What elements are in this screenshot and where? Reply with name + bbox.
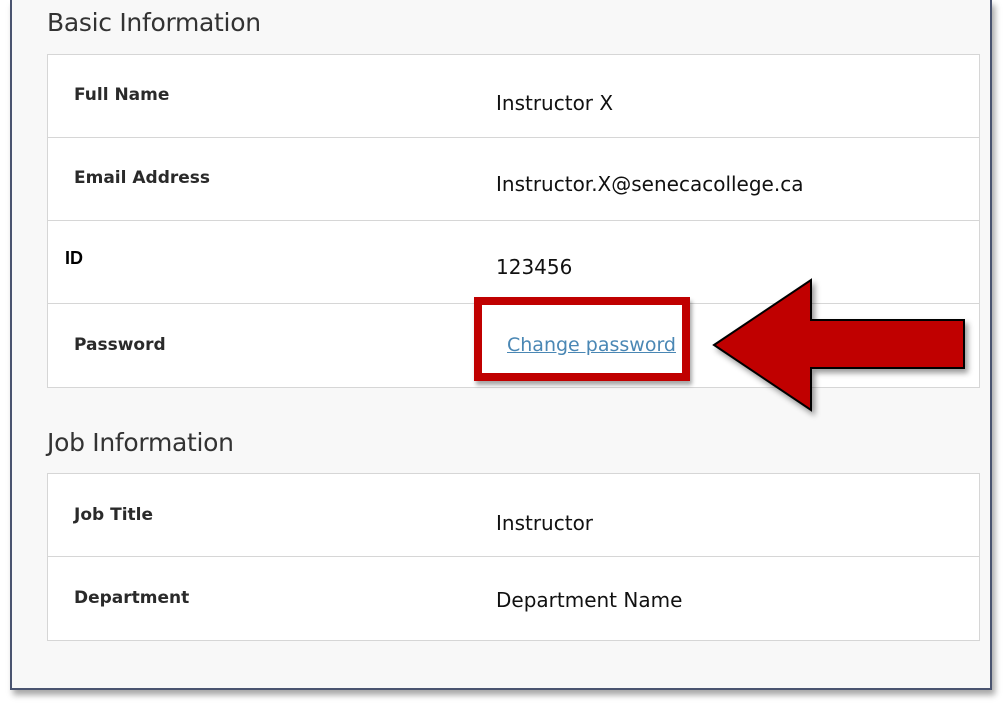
email-address-label: Email Address [74,168,211,188]
job-title-label: Job Title [74,505,153,525]
job-title-row: Job Title Instructor [48,474,979,557]
id-row: ID 123456 [48,221,979,304]
id-value: 123456 [496,255,573,279]
job-information-heading: Job Information [47,428,234,457]
department-value: Department Name [496,588,683,612]
basic-information-heading: Basic Information [47,8,261,37]
full-name-label: Full Name [74,85,170,105]
change-password-link[interactable]: Change password [507,334,676,356]
password-label: Password [74,335,166,355]
department-row: Department Department Name [48,557,979,640]
full-name-row: Full Name Instructor X [48,55,979,138]
job-title-value: Instructor [496,511,594,535]
basic-information-card: Full Name Instructor X Email Address Ins… [47,54,980,388]
password-row: Password Change password [48,304,979,387]
full-name-value: Instructor X [496,91,614,115]
profile-panel: Basic Information Full Name Instructor X… [10,0,992,690]
id-label: ID [65,248,83,268]
job-information-card: Job Title Instructor Department Departme… [47,473,980,641]
department-label: Department [74,588,190,608]
email-address-value: Instructor.X@senecacollege.ca [496,172,804,196]
email-address-row: Email Address Instructor.X@senecacollege… [48,138,979,221]
